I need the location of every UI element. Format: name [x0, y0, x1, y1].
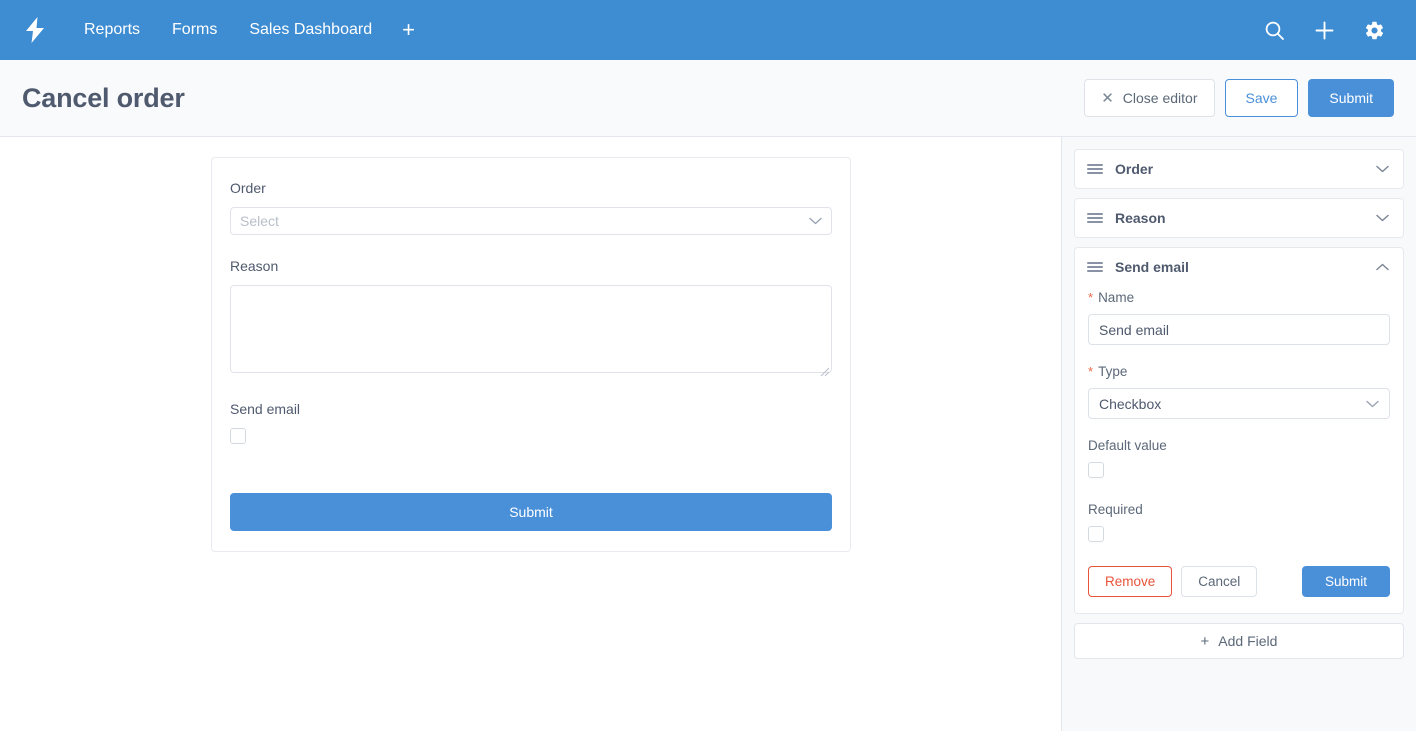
chevron-down-icon: [809, 217, 822, 225]
close-editor-label: Close editor: [1122, 90, 1198, 106]
editor-type-group: * Type Checkbox: [1088, 364, 1390, 419]
editor-type-label: * Type: [1088, 364, 1390, 379]
remove-field-button[interactable]: Remove: [1088, 566, 1173, 597]
panel-order: Order: [1074, 149, 1404, 189]
lightning-bolt-icon[interactable]: [18, 13, 52, 47]
chevron-up-icon[interactable]: [1376, 263, 1389, 271]
chevron-down-icon: [1366, 400, 1379, 408]
close-editor-button[interactable]: ✕ Close editor: [1084, 79, 1215, 117]
reason-textarea-wrap: [230, 285, 832, 378]
editor-type-select[interactable]: Checkbox: [1088, 388, 1390, 419]
required-asterisk-icon: *: [1088, 290, 1094, 305]
editor-submit-button[interactable]: Submit: [1301, 566, 1390, 597]
nav-link-reports[interactable]: Reports: [68, 0, 156, 60]
header-actions: ✕ Close editor Save Submit: [1084, 79, 1394, 117]
submit-button-header[interactable]: Submit: [1308, 79, 1394, 117]
editor-required-label: Required: [1088, 502, 1143, 517]
editor-required-group: Required: [1088, 502, 1390, 547]
required-asterisk-icon: *: [1088, 364, 1094, 379]
panel-send-email: Send email * Name *: [1074, 247, 1404, 614]
form-preview-card: Order Select Reason Send email Submit: [211, 157, 851, 552]
reason-textarea[interactable]: [230, 285, 832, 373]
gear-icon[interactable]: [1354, 10, 1394, 50]
cancel-button[interactable]: Cancel: [1181, 566, 1258, 597]
panel-order-header[interactable]: Order: [1075, 150, 1403, 188]
order-select[interactable]: Select: [230, 207, 832, 235]
top-navbar: Reports Forms Sales Dashboard +: [0, 0, 1416, 60]
editor-required-checkbox[interactable]: [1088, 526, 1104, 542]
drag-handle-icon[interactable]: [1087, 210, 1103, 226]
close-x-icon: ✕: [1101, 89, 1114, 107]
editor-name-input[interactable]: [1088, 314, 1390, 345]
field-editor-sidebar: Order Reason Send email * Name Send emai…: [1062, 137, 1416, 731]
form-field-reason: Reason: [230, 258, 832, 378]
nav-link-forms[interactable]: Forms: [156, 0, 233, 60]
drag-handle-icon[interactable]: [1087, 161, 1103, 177]
form-field-order: Order Select: [230, 180, 832, 235]
editor-name-label: * Name: [1088, 290, 1390, 305]
add-field-label: Add Field: [1218, 633, 1278, 649]
form-submit-button[interactable]: Submit: [230, 493, 832, 531]
panel-reason-header[interactable]: Reason: [1075, 199, 1403, 237]
drag-handle-icon[interactable]: [1087, 259, 1103, 275]
search-icon[interactable]: [1254, 10, 1294, 50]
editor-name-group: * Name: [1088, 290, 1390, 345]
editor-default-value-group: Default value: [1088, 438, 1390, 483]
panel-order-title: Order: [1115, 161, 1154, 177]
field-editor-form: * Name * Type Checkbox: [1075, 286, 1403, 613]
body-split: Order Select Reason Send email Submit Or…: [0, 137, 1416, 731]
editor-name-label-text: Name: [1098, 290, 1135, 305]
form-preview-area: Order Select Reason Send email Submit: [0, 137, 1062, 731]
editor-default-value-checkbox[interactable]: [1088, 462, 1104, 478]
nav-link-sales-dashboard[interactable]: Sales Dashboard: [233, 0, 388, 60]
form-field-send-email: Send email: [230, 401, 832, 449]
navbar-icon-group: [1254, 10, 1394, 50]
panel-reason: Reason: [1074, 198, 1404, 238]
panel-reason-title: Reason: [1115, 210, 1166, 226]
chevron-down-icon[interactable]: [1376, 214, 1389, 222]
add-field-button[interactable]: + Add Field: [1074, 623, 1404, 659]
save-button[interactable]: Save: [1224, 79, 1299, 117]
editor-type-value: Checkbox: [1099, 395, 1162, 412]
order-select-placeholder: Select: [240, 213, 279, 229]
add-tab-button[interactable]: +: [388, 0, 429, 60]
plus-icon: +: [1200, 632, 1210, 650]
panel-send-email-title: Send email: [1115, 259, 1189, 275]
page-title: Cancel order: [22, 82, 185, 113]
nav-links: Reports Forms Sales Dashboard +: [68, 0, 429, 60]
send-email-checkbox[interactable]: [230, 428, 246, 444]
form-field-send-email-label: Send email: [230, 401, 301, 417]
editor-default-value-label: Default value: [1088, 438, 1167, 453]
editor-type-label-text: Type: [1098, 364, 1128, 379]
form-field-order-label: Order: [230, 180, 266, 196]
panel-send-email-header[interactable]: Send email: [1075, 248, 1403, 286]
chevron-down-icon[interactable]: [1376, 165, 1389, 173]
plus-icon[interactable]: [1304, 10, 1344, 50]
form-field-reason-label: Reason: [230, 258, 279, 274]
page-header: Cancel order ✕ Close editor Save Submit: [0, 60, 1416, 137]
editor-actions: Remove Cancel Submit: [1088, 566, 1390, 597]
